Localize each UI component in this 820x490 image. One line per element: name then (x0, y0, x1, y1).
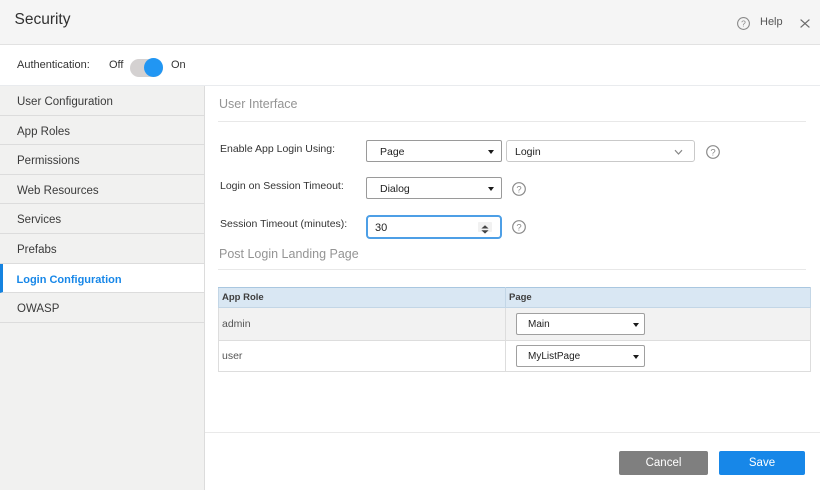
svg-text:?: ? (516, 222, 521, 233)
svg-text:?: ? (741, 19, 746, 29)
svg-text:?: ? (516, 184, 521, 195)
svg-text:?: ? (710, 147, 715, 158)
